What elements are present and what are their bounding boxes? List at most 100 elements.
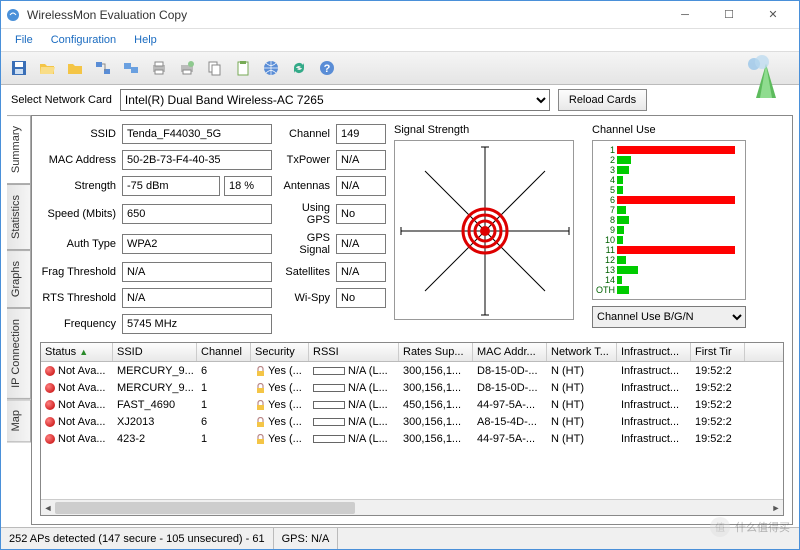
menu-configuration[interactable]: Configuration — [43, 32, 124, 48]
channel-bar-row: 13 — [595, 265, 743, 275]
status-dot-icon — [45, 434, 55, 444]
frag-value: N/A — [122, 262, 272, 282]
auth-value: WPA2 — [122, 234, 272, 254]
strength-label: Strength — [40, 180, 118, 192]
satellites-label: Satellites — [276, 266, 332, 278]
status-dot-icon — [45, 417, 55, 427]
reload-cards-button[interactable]: Reload Cards — [558, 89, 647, 111]
column-header[interactable]: RSSI — [309, 343, 399, 361]
signal-tower-icon — [742, 54, 790, 102]
close-button[interactable]: ✕ — [751, 2, 795, 28]
minimize-button[interactable]: ─ — [663, 2, 707, 28]
print-icon[interactable] — [147, 56, 171, 80]
print2-icon[interactable] — [175, 56, 199, 80]
gps-signal-label: GPS Signal — [276, 232, 332, 256]
ap-table: Status▲SSIDChannelSecurityRSSIRates Sup.… — [40, 342, 784, 516]
tab-summary[interactable]: Summary — [7, 115, 31, 184]
help-icon[interactable]: ? — [315, 56, 339, 80]
lock-icon — [255, 400, 265, 410]
table-header: Status▲SSIDChannelSecurityRSSIRates Sup.… — [41, 343, 783, 362]
open-icon[interactable] — [35, 56, 59, 80]
channel-bar-row: 12 — [595, 255, 743, 265]
scroll-left-icon[interactable]: ◄ — [41, 500, 55, 516]
channel-bar-row: 8 — [595, 215, 743, 225]
wispy-label: Wi-Spy — [276, 292, 332, 304]
tab-ip-connection[interactable]: IP Connection — [7, 308, 31, 399]
txpower-value: N/A — [336, 150, 386, 170]
column-header[interactable]: Security — [251, 343, 309, 361]
table-row[interactable]: Not Ava...MERCURY_9...6Yes (...N/A (L...… — [41, 362, 783, 379]
rssi-bar-icon — [313, 435, 345, 443]
using-gps-label: Using GPS — [276, 202, 332, 226]
scroll-thumb[interactable] — [55, 502, 355, 514]
table-row[interactable]: Not Ava...423-21Yes (...N/A (L...300,156… — [41, 430, 783, 447]
channel-bar-row: OTH — [595, 285, 743, 295]
status-dot-icon — [45, 383, 55, 393]
copy-icon[interactable] — [203, 56, 227, 80]
network-card-row: Select Network Card Intel(R) Dual Band W… — [1, 85, 799, 115]
column-header[interactable]: Network T... — [547, 343, 617, 361]
column-header[interactable]: Rates Sup... — [399, 343, 473, 361]
column-header[interactable]: MAC Addr... — [473, 343, 547, 361]
ssid-value: Tenda_F44030_5G — [122, 124, 272, 144]
tab-graphs[interactable]: Graphs — [7, 250, 31, 308]
save-icon[interactable] — [7, 56, 31, 80]
table-row[interactable]: Not Ava...XJ20136Yes (...N/A (L...300,15… — [41, 413, 783, 430]
maximize-button[interactable]: ☐ — [707, 2, 751, 28]
computers-icon[interactable] — [119, 56, 143, 80]
column-header[interactable]: Channel — [197, 343, 251, 361]
table-row[interactable]: Not Ava...FAST_46901Yes (...N/A (L...450… — [41, 396, 783, 413]
column-header[interactable]: First Tir — [691, 343, 745, 361]
toolbar: ? — [1, 51, 799, 85]
status-gps: GPS: N/A — [274, 528, 339, 549]
refresh-icon[interactable] — [287, 56, 311, 80]
lock-icon — [255, 417, 265, 427]
mac-label: MAC Address — [40, 154, 118, 166]
channel-bar-row: 6 — [595, 195, 743, 205]
folder2-icon[interactable] — [63, 56, 87, 80]
window-title: WirelessMon Evaluation Copy — [27, 8, 663, 22]
side-tabs: Summary Statistics Graphs IP Connection … — [7, 115, 31, 525]
strength-dbm: -75 dBm — [122, 176, 220, 196]
freq-label: Frequency — [40, 318, 118, 330]
satellites-value: N/A — [336, 262, 386, 282]
app-icon — [5, 7, 21, 23]
using-gps-value: No — [336, 204, 386, 224]
channel-use-chart: 1234567891011121314OTH — [592, 140, 746, 300]
network-card-label: Select Network Card — [11, 94, 112, 106]
menu-help[interactable]: Help — [126, 32, 165, 48]
table-row[interactable]: Not Ava...MERCURY_9...1Yes (...N/A (L...… — [41, 379, 783, 396]
channel-use-select[interactable]: Channel Use B/G/N — [592, 306, 746, 328]
gps-signal-value: N/A — [336, 234, 386, 254]
column-header[interactable]: SSID — [113, 343, 197, 361]
signal-radar — [394, 140, 574, 320]
status-aps: 252 APs detected (147 secure - 105 unsec… — [1, 528, 274, 549]
signal-strength-header: Signal Strength — [394, 124, 584, 136]
channel-label: Channel — [276, 128, 332, 140]
lock-icon — [255, 366, 265, 376]
connection-fields: SSID Tenda_F44030_5G Channel 149 MAC Add… — [40, 124, 386, 334]
titlebar: WirelessMon Evaluation Copy ─ ☐ ✕ — [1, 1, 799, 29]
column-header[interactable]: Infrastruct... — [617, 343, 691, 361]
table-body[interactable]: Not Ava...MERCURY_9...6Yes (...N/A (L...… — [41, 362, 783, 499]
menubar: File Configuration Help — [1, 29, 799, 51]
column-header[interactable]: Status▲ — [41, 343, 113, 361]
clipboard-icon[interactable] — [231, 56, 255, 80]
menu-file[interactable]: File — [7, 32, 41, 48]
connect-icon[interactable] — [91, 56, 115, 80]
speed-label: Speed (Mbits) — [40, 208, 118, 220]
horizontal-scrollbar[interactable]: ◄ ► — [41, 499, 783, 515]
speed-value: 650 — [122, 204, 272, 224]
status-dot-icon — [45, 366, 55, 376]
scroll-right-icon[interactable]: ► — [769, 500, 783, 516]
frag-label: Frag Threshold — [40, 266, 118, 278]
network-card-select[interactable]: Intel(R) Dual Band Wireless-AC 7265 — [120, 89, 550, 111]
channel-bar-row: 3 — [595, 165, 743, 175]
globe-icon[interactable] — [259, 56, 283, 80]
freq-value: 5745 MHz — [122, 314, 272, 334]
rssi-bar-icon — [313, 401, 345, 409]
tab-statistics[interactable]: Statistics — [7, 184, 31, 250]
channel-bar-row: 5 — [595, 185, 743, 195]
channel-bar-row: 1 — [595, 145, 743, 155]
tab-map[interactable]: Map — [7, 399, 31, 442]
